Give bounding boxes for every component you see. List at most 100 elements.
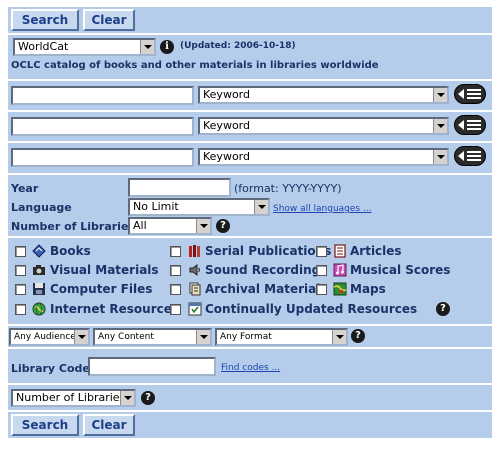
help-icon[interactable]: ? (141, 391, 155, 405)
content-select[interactable]: Any Content (93, 328, 212, 346)
format-checkbox[interactable] (170, 246, 181, 257)
chevron-down-icon (196, 219, 210, 233)
year-label: Year (11, 182, 39, 195)
format-checkbox[interactable] (15, 304, 26, 315)
search-term-input[interactable] (11, 86, 194, 105)
format-label: Sound Recordings (205, 263, 328, 277)
index-select-value: Keyword (203, 150, 250, 163)
database-section: WorldCat i (Updated: 2006-10-18) OCLC ca… (7, 34, 493, 80)
filter-section: Any Audience Any Content Any Format ? (7, 325, 493, 348)
library-code-section: Library Code Find codes ... (7, 348, 493, 384)
show-all-languages-link[interactable]: Show all languages ... (273, 204, 372, 214)
library-code-label: Library Code (11, 362, 90, 375)
chevron-down-icon (433, 88, 447, 102)
year-input[interactable] (128, 178, 231, 197)
format-label: Books (50, 244, 91, 258)
globe-icon (32, 302, 46, 316)
top-toolbar: Search Clear (7, 6, 493, 34)
content-select-value: Any Content (98, 332, 154, 342)
format-checkbox[interactable] (15, 265, 26, 276)
clear-button-top[interactable]: Clear (83, 9, 135, 31)
year-format-hint: (format: YYYY-YYYY) (234, 182, 342, 195)
format-label: Continually Updated Resources (205, 302, 418, 316)
help-icon[interactable]: ? (216, 219, 230, 233)
format-checkbox[interactable] (170, 265, 181, 276)
search-button-bottom[interactable]: Search (11, 414, 79, 436)
format-checkbox[interactable] (316, 284, 327, 295)
format-label: Visual Materials (50, 263, 159, 277)
help-icon[interactable]: ? (351, 329, 365, 343)
chevron-down-icon (254, 200, 268, 214)
speaker-icon (189, 264, 200, 276)
format-label: Serial Publications (205, 244, 332, 258)
format-checkbox[interactable] (15, 284, 26, 295)
chevron-down-icon (332, 330, 346, 344)
clear-button-bottom[interactable]: Clear (83, 414, 135, 436)
chevron-down-icon (433, 119, 447, 133)
format-select[interactable]: Any Format (215, 328, 348, 346)
language-select[interactable]: No Limit (128, 198, 270, 216)
library-code-input[interactable] (88, 357, 216, 376)
info-icon[interactable]: i (160, 40, 174, 54)
language-label: Language (11, 201, 72, 214)
index-select-value: Keyword (203, 88, 250, 101)
format-checkbox[interactable] (316, 246, 327, 257)
search-row: Keyword (7, 80, 493, 111)
disk-icon (33, 283, 45, 295)
updated-resources-icon (188, 302, 202, 316)
limits-section: Year (format: YYYY-YYYY) Language No Lim… (7, 174, 493, 237)
format-checkbox[interactable] (170, 304, 181, 315)
format-checkbox[interactable] (15, 246, 26, 257)
help-icon[interactable]: ? (436, 302, 450, 316)
language-select-value: No Limit (133, 200, 179, 213)
search-term-input[interactable] (11, 148, 194, 167)
boolean-operator-icon[interactable] (454, 146, 486, 166)
chevron-down-icon (74, 330, 88, 344)
format-label: Archival Materials (205, 282, 328, 296)
format-label: Internet Resources (50, 302, 180, 316)
chevron-down-icon (120, 391, 134, 405)
sort-select-value: Number of Libraries (16, 391, 126, 404)
search-term-input[interactable] (11, 117, 194, 136)
search-form: Search Clear WorldCat i (Updated: 2006-1… (7, 6, 493, 439)
article-icon (334, 244, 346, 258)
format-checkbox[interactable] (170, 284, 181, 295)
format-label: Musical Scores (350, 263, 451, 277)
database-description: OCLC catalog of books and other material… (11, 60, 379, 71)
format-label: Maps (350, 282, 386, 296)
find-codes-link[interactable]: Find codes ... (221, 363, 280, 373)
chevron-down-icon (196, 330, 210, 344)
sort-select[interactable]: Number of Libraries (11, 389, 136, 407)
format-checkbox[interactable] (316, 265, 327, 276)
format-label: Computer Files (50, 282, 153, 296)
index-select[interactable]: Keyword (198, 117, 449, 135)
chevron-down-icon (140, 40, 154, 54)
serial-icon (189, 245, 200, 257)
audience-select-value: Any Audience (14, 332, 76, 342)
index-select-value: Keyword (203, 119, 250, 132)
libraries-select[interactable]: All (128, 217, 212, 235)
index-select[interactable]: Keyword (198, 86, 449, 104)
boolean-operator-icon[interactable] (454, 115, 486, 135)
music-score-icon (333, 263, 347, 277)
archive-icon (189, 282, 201, 296)
search-row: Keyword (7, 142, 493, 174)
book-icon (32, 244, 46, 258)
libraries-select-value: All (133, 219, 147, 232)
boolean-operator-icon[interactable] (454, 84, 486, 104)
camera-icon (33, 265, 45, 275)
map-icon (333, 282, 347, 296)
libraries-label: Number of Libraries (11, 220, 135, 233)
format-label: Articles (350, 244, 402, 258)
chevron-down-icon (433, 150, 447, 164)
database-select[interactable]: WorldCat (13, 38, 156, 56)
database-select-value: WorldCat (18, 40, 69, 53)
bottom-toolbar: Search Clear (7, 411, 493, 439)
search-button-top[interactable]: Search (11, 9, 79, 31)
format-section: Books Serial Publications Articles Visua… (7, 237, 493, 325)
sort-section: Number of Libraries ? (7, 384, 493, 411)
index-select[interactable]: Keyword (198, 148, 449, 166)
format-select-value: Any Format (220, 332, 272, 342)
audience-select[interactable]: Any Audience (9, 328, 90, 346)
database-updated: (Updated: 2006-10-18) (180, 41, 296, 51)
